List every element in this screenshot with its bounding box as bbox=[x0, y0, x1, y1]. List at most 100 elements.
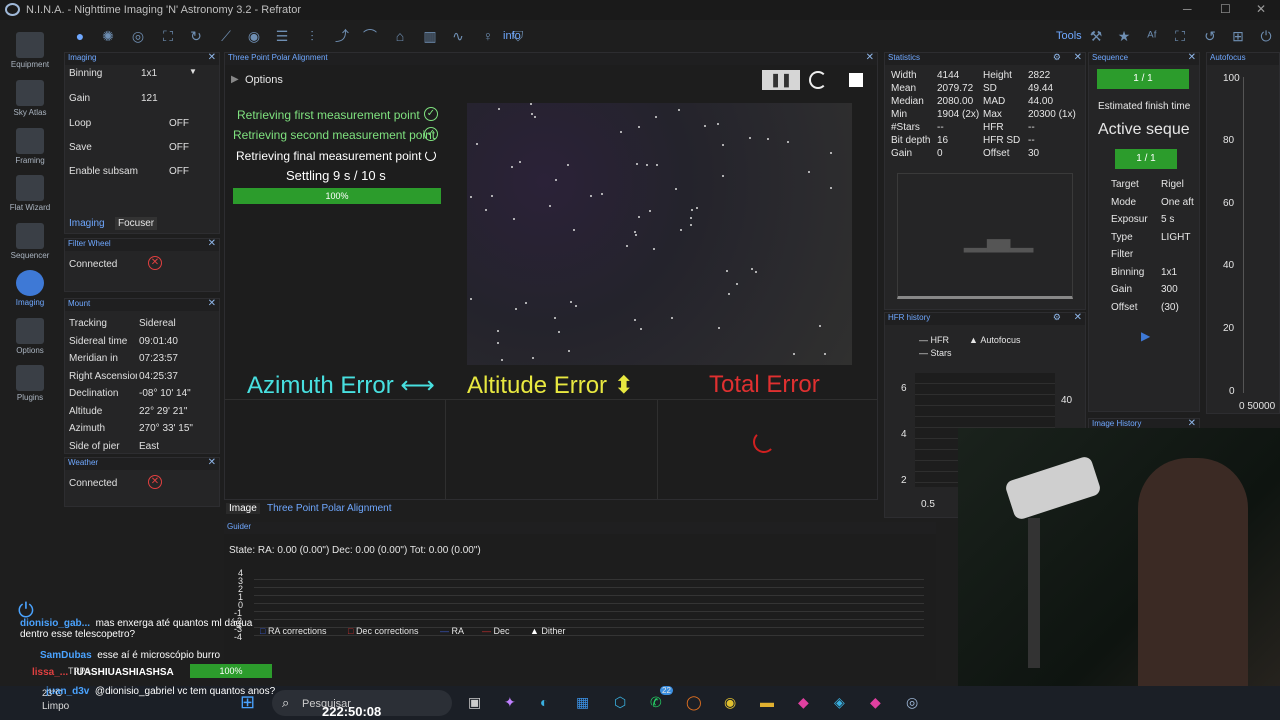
nav-framing[interactable]: Framing bbox=[0, 128, 60, 165]
nav-sky-atlas[interactable]: Sky Atlas bbox=[0, 80, 60, 117]
dome-icon[interactable]: ⌒ bbox=[360, 26, 380, 46]
gain-label: Gain bbox=[69, 93, 91, 104]
nav-flat-wizard[interactable]: Flat Wizard bbox=[0, 175, 60, 212]
stop-button[interactable] bbox=[849, 73, 863, 87]
focus-icon[interactable]: ⛶ bbox=[1170, 26, 1190, 46]
copilot-icon[interactable]: ✦ bbox=[504, 694, 516, 711]
legend-label: HFR bbox=[930, 335, 950, 345]
star bbox=[531, 357, 534, 360]
app-icon[interactable]: ⬡ bbox=[614, 694, 626, 711]
progress-label: 1 / 1 bbox=[1136, 153, 1156, 164]
wave-icon[interactable]: ∿ bbox=[448, 26, 468, 46]
wrench-icon[interactable]: ⚒ bbox=[1086, 26, 1106, 46]
info-label[interactable]: info bbox=[503, 30, 521, 42]
stat-label: Bit depth bbox=[891, 135, 931, 146]
store-icon[interactable]: ▦ bbox=[576, 694, 589, 711]
close-icon[interactable]: ✕ bbox=[208, 52, 216, 63]
star-icon[interactable]: ★ bbox=[1114, 26, 1134, 46]
histogram: ▁▃▁ bbox=[897, 173, 1073, 299]
close-icon[interactable]: ✕ bbox=[208, 457, 216, 468]
tab-focuser[interactable]: Focuser bbox=[115, 217, 158, 230]
star bbox=[533, 115, 536, 118]
close-icon[interactable]: ✕ bbox=[1188, 52, 1196, 63]
nav-options[interactable]: Options bbox=[0, 318, 60, 355]
pause-button[interactable]: ❚❚ bbox=[762, 70, 800, 90]
folder-icon[interactable]: ▬ bbox=[760, 694, 774, 710]
tab-image[interactable]: Image bbox=[226, 503, 260, 514]
stat-value: 30 bbox=[1028, 148, 1040, 159]
list-icon[interactable]: ☰ bbox=[272, 26, 292, 46]
guider-panel: Guider State: RA: 0.00 (0.00") Dec: 0.00… bbox=[224, 522, 936, 680]
weather-desc[interactable]: Limpo bbox=[42, 701, 69, 712]
star bbox=[690, 224, 693, 227]
app-icon[interactable]: ◆ bbox=[798, 694, 809, 711]
app-icon[interactable]: ◈ bbox=[834, 694, 845, 711]
camera-tool-icon[interactable]: ● bbox=[70, 26, 90, 46]
sequence-value: One aft bbox=[1161, 196, 1194, 208]
sky-image[interactable] bbox=[467, 103, 852, 365]
autofocus-icon[interactable]: ᴬᶠ bbox=[1142, 26, 1162, 46]
legend-marker: — bbox=[482, 626, 494, 636]
pending-spinner-icon bbox=[425, 150, 436, 161]
chevron-down-icon[interactable]: ▼ bbox=[189, 67, 197, 76]
nina-taskbar-icon[interactable]: ◎ bbox=[906, 694, 918, 711]
tab-three-point-polar-alignment[interactable]: Three Point Polar Alignment bbox=[267, 503, 392, 514]
sliders-icon[interactable]: ⫶ bbox=[302, 26, 322, 46]
filter-wheel-icon[interactable]: ✺ bbox=[98, 26, 118, 46]
options-expander[interactable]: Options bbox=[245, 74, 283, 86]
settings-icon[interactable]: ⚙ bbox=[1053, 312, 1061, 323]
satellite-icon[interactable]: ⤴ bbox=[332, 26, 352, 46]
frame-icon[interactable]: ⛶ bbox=[158, 26, 178, 46]
stat-label: SD bbox=[983, 83, 997, 94]
subsample-toggle[interactable]: OFF bbox=[169, 166, 189, 177]
gain-input[interactable]: 121 bbox=[141, 93, 158, 104]
play-icon[interactable]: ▶ bbox=[231, 74, 239, 85]
stat-value: 1904 (2x) bbox=[937, 109, 980, 120]
target-icon[interactable]: ◉ bbox=[244, 26, 264, 46]
maximize-button[interactable]: ☐ bbox=[1220, 2, 1231, 16]
tab-imaging[interactable]: Imaging bbox=[69, 218, 105, 229]
minimize-button[interactable]: ─ bbox=[1183, 2, 1192, 16]
edge-icon[interactable]: ◐ bbox=[540, 694, 548, 710]
nav-equipment[interactable]: Equipment bbox=[0, 32, 60, 69]
close-icon[interactable]: ✕ bbox=[866, 52, 874, 63]
play-icon[interactable]: ▶ bbox=[1141, 329, 1150, 343]
nav-sequencer[interactable]: Sequencer bbox=[0, 223, 60, 260]
task-view-icon[interactable]: ▣ bbox=[468, 694, 481, 711]
chat-message: lissa_... IUASHIUASHIASHSA bbox=[32, 667, 174, 678]
app-icon[interactable]: ◆ bbox=[870, 694, 881, 711]
history-icon[interactable]: ↺ bbox=[1200, 26, 1220, 46]
settling-progress: 100% bbox=[233, 188, 441, 204]
save-label: Save bbox=[69, 142, 92, 153]
close-icon[interactable]: ✕ bbox=[208, 298, 216, 309]
tools-label[interactable]: Tools bbox=[1056, 30, 1082, 42]
refresh-icon[interactable]: ↻ bbox=[186, 26, 206, 46]
bulb-icon[interactable]: ♀ bbox=[478, 26, 498, 46]
rotator-icon[interactable]: ◎ bbox=[128, 26, 148, 46]
gear-icon bbox=[16, 318, 44, 344]
save-toggle[interactable]: OFF bbox=[169, 142, 189, 153]
bar-chart-icon[interactable]: ▥ bbox=[420, 26, 440, 46]
telescope-icon[interactable]: ⟋ bbox=[216, 26, 236, 46]
windows-start-icon[interactable]: ⊞ bbox=[240, 692, 255, 713]
loop-toggle[interactable]: OFF bbox=[169, 118, 189, 129]
disconnected-icon: ✕ bbox=[148, 256, 162, 270]
weather-temp[interactable]: 23°C bbox=[42, 688, 62, 698]
power-icon[interactable]: ⏻ bbox=[1256, 26, 1276, 46]
layers-icon[interactable]: ⊞ bbox=[1228, 26, 1248, 46]
nav-plugins[interactable]: Plugins bbox=[0, 365, 60, 402]
binning-select[interactable]: 1x1 bbox=[141, 68, 157, 79]
chat-text: esse aí é microscópio burro bbox=[97, 650, 221, 661]
origin-icon[interactable]: ◯ bbox=[686, 694, 702, 711]
close-icon[interactable]: ✕ bbox=[1074, 52, 1082, 63]
close-icon[interactable]: ✕ bbox=[1074, 312, 1082, 323]
close-button[interactable]: ✕ bbox=[1256, 2, 1266, 16]
whatsapp-icon[interactable]: ✆ bbox=[650, 694, 662, 711]
star bbox=[470, 298, 473, 301]
house-icon[interactable]: ⌂ bbox=[390, 26, 410, 46]
chrome-icon[interactable]: ◉ bbox=[724, 694, 736, 711]
close-icon[interactable]: ✕ bbox=[208, 238, 216, 249]
settings-icon[interactable]: ⚙ bbox=[1053, 52, 1061, 63]
nav-imaging[interactable]: Imaging bbox=[0, 270, 60, 307]
stat-label: Mean bbox=[891, 83, 917, 94]
